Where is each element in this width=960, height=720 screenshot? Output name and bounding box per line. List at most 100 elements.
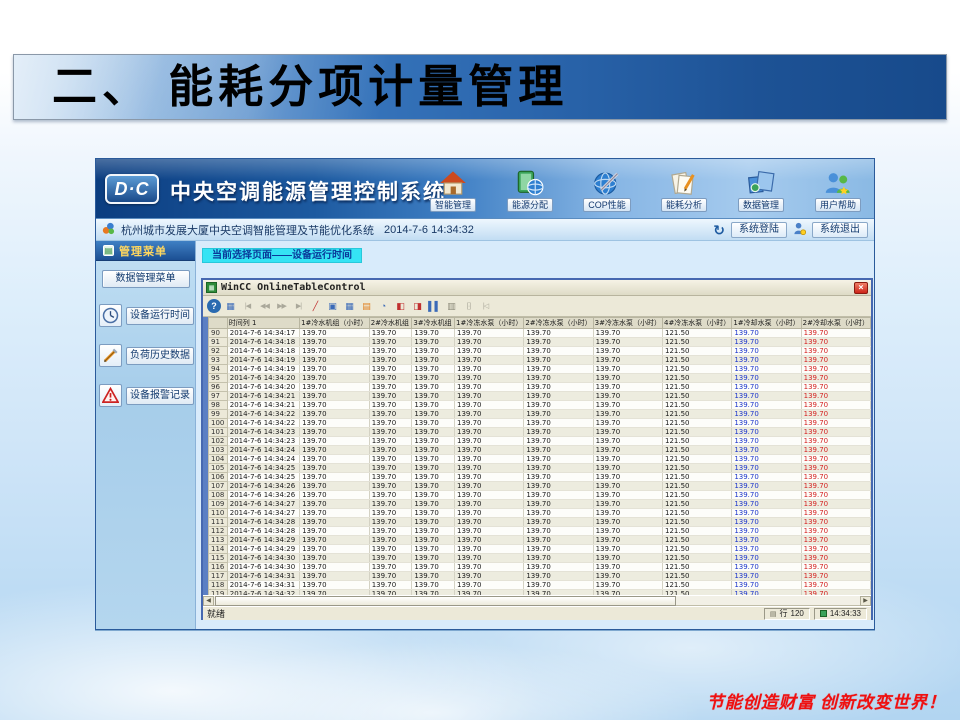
prev-page-icon[interactable]: ◀◀ xyxy=(257,299,272,314)
row-number-cell[interactable]: 109 xyxy=(209,500,228,509)
expand-icon[interactable]: [·] xyxy=(461,299,476,314)
next-page-icon[interactable]: ▶▶ xyxy=(274,299,289,314)
column-header[interactable]: 2#冷水机组 xyxy=(369,318,412,329)
copy-icon[interactable]: ▣ xyxy=(325,299,340,314)
table-row[interactable]: 1182014-7-6 14:34:31139.70139.70139.7013… xyxy=(209,581,871,590)
row-number-cell[interactable]: 112 xyxy=(209,527,228,536)
table-row[interactable]: 1022014-7-6 14:34:23139.70139.70139.7013… xyxy=(209,437,871,446)
table-row[interactable]: 1052014-7-6 14:34:25139.70139.70139.7013… xyxy=(209,464,871,473)
column-header[interactable]: 1#冷却水泵（小时） xyxy=(732,318,801,329)
system-logout-button[interactable]: 系统退出 xyxy=(812,222,868,238)
nav-item-cop-performance[interactable]: COP性能 xyxy=(575,164,639,212)
row-number-cell[interactable]: 110 xyxy=(209,509,228,518)
row-number-cell[interactable]: 101 xyxy=(209,428,228,437)
row-number-cell[interactable]: 100 xyxy=(209,419,228,428)
row-number-cell[interactable]: 92 xyxy=(209,347,228,356)
horizontal-scrollbar[interactable]: ◀ ▶ xyxy=(203,595,871,606)
table-row[interactable]: 902014-7-6 14:34:17139.70139.70139.70139… xyxy=(209,329,871,338)
row-number-cell[interactable]: 113 xyxy=(209,536,228,545)
row-number-cell[interactable]: 115 xyxy=(209,554,228,563)
nav-item-energy-analysis[interactable]: 能耗分析 xyxy=(652,164,716,212)
column-header[interactable]: 1#冷水机组（小时） xyxy=(300,318,370,329)
sidebar-item-load-history[interactable]: 负荷历史数据 xyxy=(99,344,195,367)
table-row[interactable]: 1072014-7-6 14:34:26139.70139.70139.7013… xyxy=(209,482,871,491)
export-end-icon[interactable]: ◨ xyxy=(410,299,425,314)
row-number-cell[interactable]: 99 xyxy=(209,410,228,419)
table-row[interactable]: 962014-7-6 14:34:20139.70139.70139.70139… xyxy=(209,383,871,392)
row-number-cell[interactable]: 93 xyxy=(209,356,228,365)
row-number-cell[interactable]: 111 xyxy=(209,518,228,527)
table-row[interactable]: 952014-7-6 14:34:20139.70139.70139.70139… xyxy=(209,374,871,383)
print-icon[interactable]: ▥ xyxy=(444,299,459,314)
row-number-cell[interactable]: 91 xyxy=(209,338,228,347)
edit-pen-icon[interactable]: ╱ xyxy=(308,299,323,314)
table-row[interactable]: 942014-7-6 14:34:19139.70139.70139.70139… xyxy=(209,365,871,374)
row-number-cell[interactable]: 107 xyxy=(209,482,228,491)
nav-item-smart-management[interactable]: 智能管理 xyxy=(421,164,485,212)
column-header[interactable]: 4#冷冻水泵（小时） xyxy=(662,318,731,329)
collapse-icon[interactable]: |◁ xyxy=(478,299,493,314)
nav-item-data-management[interactable]: 数据管理 xyxy=(729,164,793,212)
table-row[interactable]: 1082014-7-6 14:34:26139.70139.70139.7013… xyxy=(209,491,871,500)
export-start-icon[interactable]: ◧ xyxy=(393,299,408,314)
row-number-cell[interactable]: 97 xyxy=(209,392,228,401)
table-row[interactable]: 972014-7-6 14:34:21139.70139.70139.70139… xyxy=(209,392,871,401)
first-row-icon[interactable]: |◀ xyxy=(240,299,255,314)
table-row[interactable]: 1162014-7-6 14:34:30139.70139.70139.7013… xyxy=(209,563,871,572)
scroll-right-icon[interactable]: ▶ xyxy=(860,596,871,606)
column-header[interactable]: 2#冷却水泵（小时） xyxy=(801,318,870,329)
scroll-left-icon[interactable]: ◀ xyxy=(203,596,214,606)
table-row[interactable]: 1172014-7-6 14:34:31139.70139.70139.7013… xyxy=(209,572,871,581)
row-number-cell[interactable]: 102 xyxy=(209,437,228,446)
row-number-cell[interactable]: 108 xyxy=(209,491,228,500)
select-columns-icon[interactable]: ▦ xyxy=(342,299,357,314)
table-row[interactable]: 1012014-7-6 14:34:23139.70139.70139.7013… xyxy=(209,428,871,437)
row-number-cell[interactable]: 90 xyxy=(209,329,228,338)
table-row[interactable]: 1142014-7-6 14:34:29139.70139.70139.7013… xyxy=(209,545,871,554)
table-row[interactable]: 1122014-7-6 14:34:28139.70139.70139.7013… xyxy=(209,527,871,536)
row-number-cell[interactable]: 103 xyxy=(209,446,228,455)
column-header[interactable]: 2#冷冻水泵（小时） xyxy=(524,318,593,329)
column-header[interactable]: 3#冷水机组 xyxy=(412,318,455,329)
archive-icon[interactable]: ▤ xyxy=(359,299,374,314)
row-number-cell[interactable]: 105 xyxy=(209,464,228,473)
row-number-cell[interactable]: 114 xyxy=(209,545,228,554)
row-number-cell[interactable]: 98 xyxy=(209,401,228,410)
row-number-cell[interactable]: 96 xyxy=(209,383,228,392)
table-row[interactable]: 1132014-7-6 14:34:29139.70139.70139.7013… xyxy=(209,536,871,545)
table-row[interactable]: 1102014-7-6 14:34:27139.70139.70139.7013… xyxy=(209,509,871,518)
table-row[interactable]: 992014-7-6 14:34:22139.70139.70139.70139… xyxy=(209,410,871,419)
system-login-button[interactable]: 系统登陆 xyxy=(731,222,787,238)
scrollbar-thumb[interactable] xyxy=(215,596,676,606)
table-row[interactable]: 1042014-7-6 14:34:24139.70139.70139.7013… xyxy=(209,455,871,464)
nav-item-user-help[interactable]: 用户帮助 xyxy=(806,164,870,212)
row-number-cell[interactable]: 106 xyxy=(209,473,228,482)
close-icon[interactable]: × xyxy=(854,282,868,294)
row-number-cell[interactable]: 94 xyxy=(209,365,228,374)
table-row[interactable]: 1112014-7-6 14:34:28139.70139.70139.7013… xyxy=(209,518,871,527)
sidebar-item-alarm-records[interactable]: 设备报警记录 xyxy=(99,384,195,407)
time-range-icon[interactable]: ◔ xyxy=(376,299,391,314)
help-icon[interactable]: ? xyxy=(207,299,221,313)
last-row-icon[interactable]: ▶| xyxy=(291,299,306,314)
row-number-cell[interactable]: 104 xyxy=(209,455,228,464)
nav-item-energy-allocation[interactable]: 能源分配 xyxy=(498,164,562,212)
column-header[interactable]: 时间列 1 xyxy=(227,318,299,329)
table-row[interactable]: 1062014-7-6 14:34:25139.70139.70139.7013… xyxy=(209,473,871,482)
table-row[interactable]: 1002014-7-6 14:34:22139.70139.70139.7013… xyxy=(209,419,871,428)
table-row[interactable]: 1092014-7-6 14:34:27139.70139.70139.7013… xyxy=(209,500,871,509)
row-number-cell[interactable]: 95 xyxy=(209,374,228,383)
column-header[interactable]: 1#冷冻水泵（小时） xyxy=(455,318,524,329)
row-number-cell[interactable]: 116 xyxy=(209,563,228,572)
table-config-icon[interactable]: ▦ xyxy=(223,299,238,314)
table-row[interactable]: 932014-7-6 14:34:19139.70139.70139.70139… xyxy=(209,356,871,365)
table-row[interactable]: 912014-7-6 14:34:18139.70139.70139.70139… xyxy=(209,338,871,347)
pause-icon[interactable]: ▌▌ xyxy=(427,299,442,314)
row-number-cell[interactable]: 117 xyxy=(209,572,228,581)
sidebar-item-runtime[interactable]: 设备运行时间 xyxy=(99,304,195,327)
table-row[interactable]: 982014-7-6 14:34:21139.70139.70139.70139… xyxy=(209,401,871,410)
sidebar-menu-title-button[interactable]: 数据管理菜单 xyxy=(102,270,190,288)
table-row[interactable]: 922014-7-6 14:34:18139.70139.70139.70139… xyxy=(209,347,871,356)
table-row[interactable]: 1152014-7-6 14:34:30139.70139.70139.7013… xyxy=(209,554,871,563)
column-header[interactable]: 3#冷冻水泵（小时） xyxy=(593,318,662,329)
